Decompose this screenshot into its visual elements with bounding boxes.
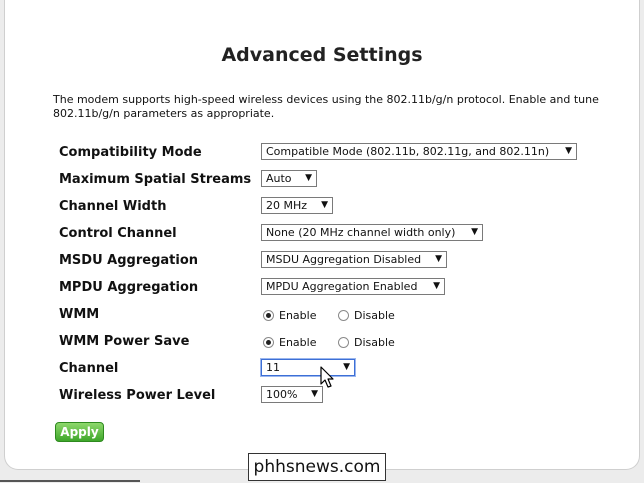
row-spatial-streams: Maximum Spatial Streams Auto ▼: [5, 170, 641, 192]
mpdu-aggregation-value: MPDU Aggregation Enabled: [266, 280, 418, 293]
wmm-radio-group: Enable Disable: [263, 308, 413, 322]
row-wmm-power-save: WMM Power Save Enable Disable: [5, 332, 641, 354]
spatial-streams-value: Auto: [266, 172, 292, 185]
chevron-down-icon: ▼: [565, 146, 572, 156]
chevron-down-icon: ▼: [343, 362, 350, 372]
chevron-down-icon: ▼: [435, 254, 442, 264]
row-channel-width: Channel Width 20 MHz ▼: [5, 197, 641, 219]
row-wmm: WMM Enable Disable: [5, 305, 641, 327]
wmm-label: WMM: [59, 307, 100, 322]
wmm-disable-label: Disable: [353, 308, 395, 322]
mpdu-aggregation-label: MPDU Aggregation: [59, 280, 199, 295]
channel-select[interactable]: 11 ▼: [261, 359, 355, 376]
row-control-channel: Control Channel None (20 MHz channel wid…: [5, 224, 641, 246]
mpdu-aggregation-select[interactable]: MPDU Aggregation Enabled ▼: [261, 278, 445, 295]
wireless-power-level-label: Wireless Power Level: [59, 388, 216, 403]
mouse-pointer-icon: [320, 366, 334, 388]
wmm-power-save-disable-label: Disable: [353, 335, 395, 349]
wireless-power-level-select[interactable]: 100% ▼: [261, 386, 323, 403]
divider: [0, 480, 140, 482]
compatibility-mode-value: Compatible Mode (802.11b, 802.11g, and 8…: [266, 145, 550, 158]
wmm-power-save-label: WMM Power Save: [59, 334, 190, 349]
wmm-enable-label: Enable: [279, 308, 317, 322]
wmm-disable-radio[interactable]: [337, 309, 349, 321]
intro-text: The modem supports high-speed wireless d…: [53, 93, 599, 120]
msdu-aggregation-label: MSDU Aggregation: [59, 253, 199, 268]
watermark: phhsnews.com: [248, 453, 386, 481]
channel-value: 11: [266, 361, 280, 374]
wmm-power-save-disable-radio[interactable]: [337, 336, 349, 348]
chevron-down-icon: ▼: [321, 200, 328, 210]
wmm-enable-radio[interactable]: [263, 309, 274, 321]
settings-panel: Advanced Settings The modem supports hig…: [4, 0, 640, 470]
compatibility-mode-label: Compatibility Mode: [59, 145, 202, 160]
wireless-power-level-value: 100%: [266, 388, 298, 401]
chevron-down-icon: ▼: [305, 173, 312, 183]
wmm-power-save-radio-group: Enable Disable: [263, 335, 413, 349]
msdu-aggregation-select[interactable]: MSDU Aggregation Disabled ▼: [261, 251, 447, 268]
apply-button[interactable]: Apply: [55, 422, 104, 442]
spatial-streams-label: Maximum Spatial Streams: [59, 172, 252, 187]
channel-width-select[interactable]: 20 MHz ▼: [261, 197, 333, 214]
control-channel-label: Control Channel: [59, 226, 177, 241]
channel-label: Channel: [59, 361, 119, 376]
channel-width-value: 20 MHz: [266, 199, 308, 212]
page-title: Advanced Settings: [221, 44, 423, 66]
chevron-down-icon: ▼: [471, 227, 478, 237]
msdu-aggregation-value: MSDU Aggregation Disabled: [266, 253, 422, 266]
channel-width-label: Channel Width: [59, 199, 167, 214]
row-compatibility-mode: Compatibility Mode Compatible Mode (802.…: [5, 143, 641, 165]
control-channel-value: None (20 MHz channel width only): [266, 226, 456, 239]
wmm-power-save-enable-label: Enable: [279, 335, 317, 349]
row-msdu-aggregation: MSDU Aggregation MSDU Aggregation Disabl…: [5, 251, 641, 273]
compatibility-mode-select[interactable]: Compatible Mode (802.11b, 802.11g, and 8…: [261, 143, 577, 160]
control-channel-select[interactable]: None (20 MHz channel width only) ▼: [261, 224, 483, 241]
wmm-power-save-enable-radio[interactable]: [263, 336, 274, 348]
chevron-down-icon: ▼: [311, 389, 318, 399]
chevron-down-icon: ▼: [433, 281, 440, 291]
spatial-streams-select[interactable]: Auto ▼: [261, 170, 317, 187]
row-mpdu-aggregation: MPDU Aggregation MPDU Aggregation Enable…: [5, 278, 641, 300]
